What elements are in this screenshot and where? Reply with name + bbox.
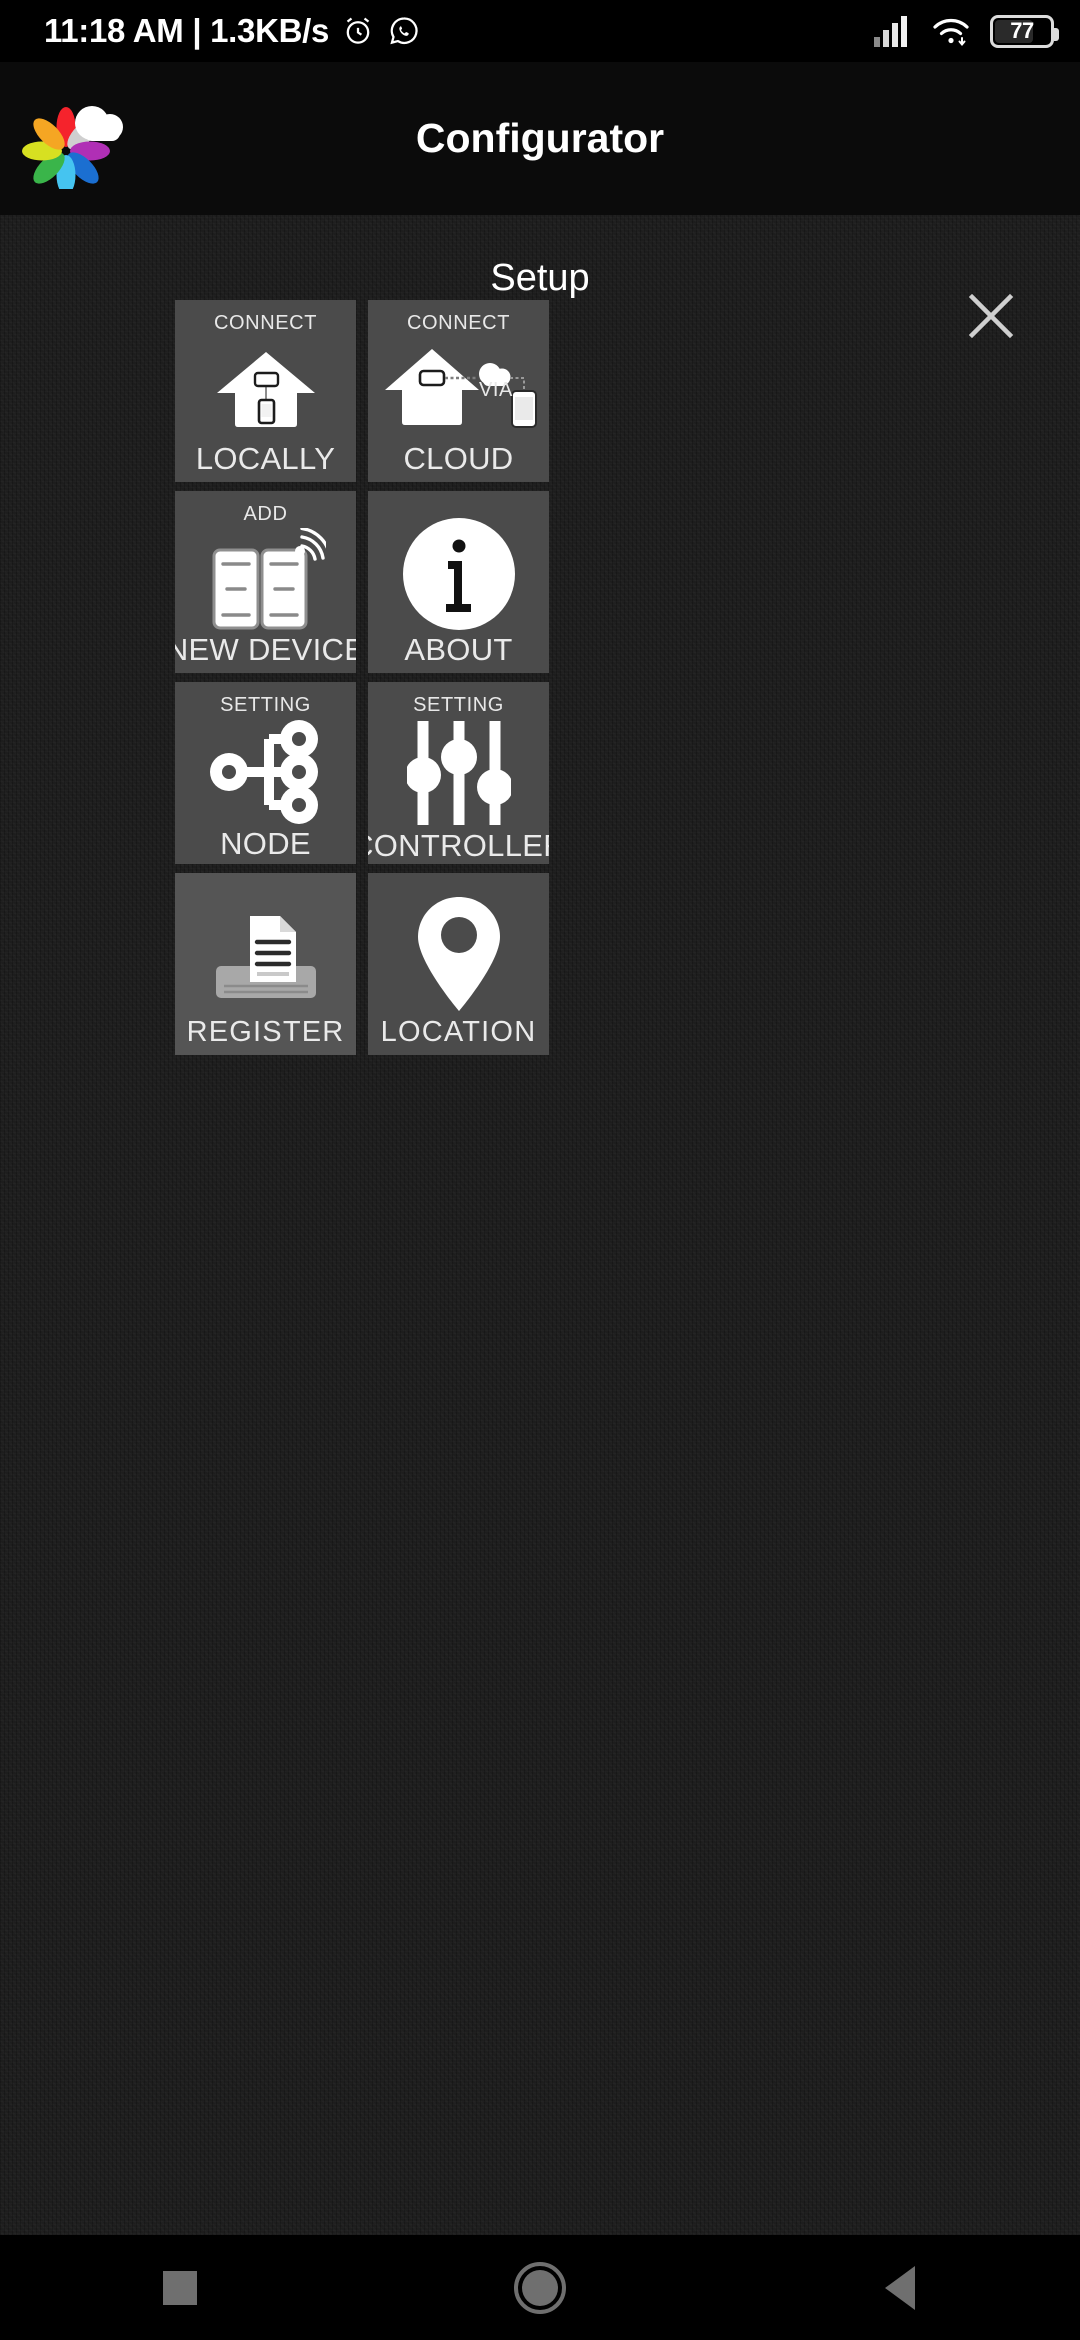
tile-bottom-label: ABOUT	[404, 632, 513, 667]
setup-tile-grid: CONNECT LOCALLY CONNECT VIA CLOUD ADD NE…	[175, 300, 549, 1055]
tile-connect-locally[interactable]: CONNECT LOCALLY	[175, 300, 356, 482]
alarm-clock-icon	[341, 14, 375, 48]
page-title: Configurator	[415, 115, 665, 161]
house-cloud-connect-icon: VIA	[368, 335, 549, 442]
whatsapp-icon	[387, 14, 421, 48]
setup-title: Setup	[490, 257, 590, 299]
wifi-switch-panel-icon	[175, 526, 356, 633]
close-button[interactable]	[960, 285, 1022, 347]
square-icon	[163, 2270, 197, 2305]
battery-indicator: 77	[990, 14, 1059, 48]
node-hierarchy-icon	[175, 717, 356, 827]
android-navigation-bar	[0, 2235, 1080, 2340]
wifi-icon	[931, 14, 971, 48]
tile-top-label: SETTING	[220, 694, 311, 716]
back-button[interactable]	[840, 2235, 960, 2340]
tile-bottom-label: REGISTER	[186, 1016, 345, 1048]
tile-bottom-label: CONTROLLER	[368, 828, 549, 863]
status-clock: 11:18 AM | 1.3KB/s	[44, 12, 330, 49]
app-bar: Configurator	[0, 62, 1080, 215]
circle-icon	[514, 2261, 566, 2314]
info-circle-icon	[368, 515, 549, 633]
tile-add-new-device[interactable]: ADD NEW DEVICE	[175, 491, 356, 673]
tile-register[interactable]: REGISTER	[175, 873, 356, 1055]
tile-connect-cloud[interactable]: CONNECT VIA CLOUD	[368, 300, 549, 482]
tile-bottom-label: NEW DEVICE	[175, 632, 356, 667]
map-pin-icon	[368, 893, 549, 1015]
tile-via-label: VIA	[478, 379, 513, 401]
triangle-back-icon	[885, 2265, 915, 2310]
tile-top-label: CONNECT	[406, 312, 511, 334]
sliders-icon	[368, 717, 549, 829]
tile-top-label: SETTING	[413, 694, 504, 716]
tile-location[interactable]: LOCATION	[368, 873, 549, 1055]
tile-bottom-label: LOCATION	[380, 1016, 537, 1048]
tile-bottom-label: NODE	[220, 826, 311, 861]
tile-bottom-label: LOCALLY	[195, 441, 336, 476]
setup-header: Setup	[0, 215, 1080, 300]
house-local-connect-icon	[175, 335, 356, 442]
tile-about[interactable]: ABOUT	[368, 491, 549, 673]
recents-button[interactable]	[120, 2235, 240, 2340]
status-bar: 11:18 AM | 1.3KB/s 77	[0, 0, 1080, 62]
tile-setting-node[interactable]: SETTING NODE	[175, 682, 356, 864]
tile-bottom-label: CLOUD	[403, 441, 514, 476]
tile-setting-controller[interactable]: SETTING CONTROLLER	[368, 682, 549, 864]
cellular-signal-icon	[874, 15, 912, 47]
tile-top-label: CONNECT	[213, 312, 318, 334]
document-tray-icon	[175, 908, 356, 1015]
tile-top-label: ADD	[243, 503, 288, 525]
close-icon	[968, 293, 1014, 339]
battery-level-text: 77	[1010, 18, 1034, 43]
home-button[interactable]	[480, 2235, 600, 2340]
status-bar-left: 11:18 AM | 1.3KB/s	[44, 12, 421, 50]
status-bar-right: 77	[874, 14, 1059, 48]
